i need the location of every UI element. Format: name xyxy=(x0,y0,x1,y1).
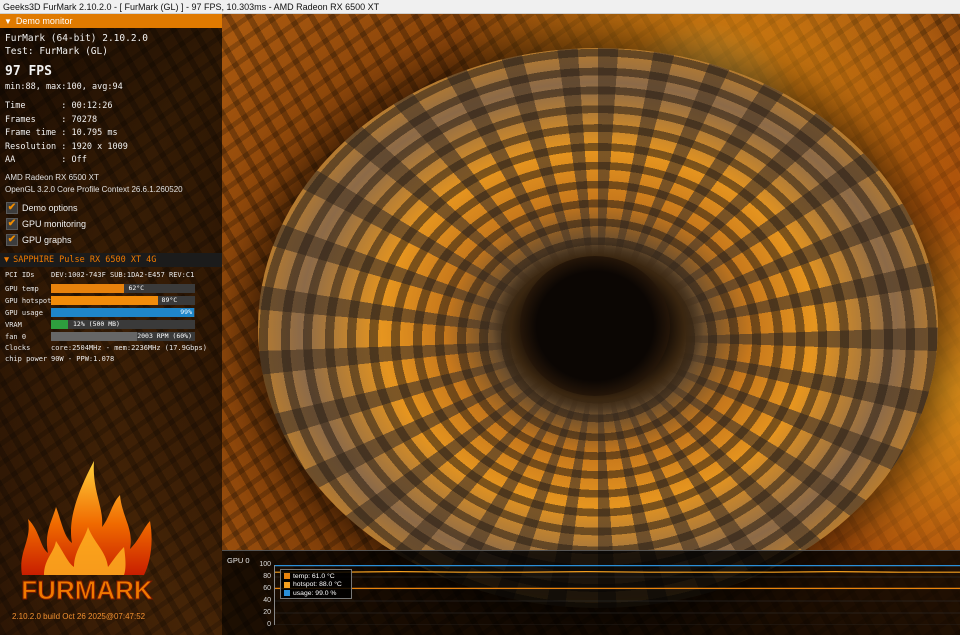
logo-wordmark: FURMARK xyxy=(21,575,153,605)
gpu-temp-bar-fill xyxy=(51,284,125,293)
stat-aa: AA : Off xyxy=(5,155,87,165)
y-tick-label: 60 xyxy=(263,585,271,592)
stat-resolution: Resolution : 1920 x 1009 xyxy=(5,142,128,152)
checkmark-icon[interactable]: ✔ xyxy=(6,217,18,230)
gpu-hotspot-bar-fill xyxy=(51,296,158,305)
y-tick-label: 100 xyxy=(259,561,271,568)
legend-temp: temp: 61.0 °C xyxy=(284,572,348,581)
gpu-temp-value: 62°C xyxy=(128,284,145,292)
gpu-temp-bar: 62°C xyxy=(51,284,195,293)
vram-bar: 12% (500 MB) xyxy=(51,320,195,329)
gpu-usage-bar: 99% xyxy=(51,308,195,317)
gpu-temp-label: GPU temp xyxy=(5,285,39,293)
pci-label: PCI IDs xyxy=(5,271,35,279)
y-tick-label: 20 xyxy=(263,609,271,616)
power-label: chip power xyxy=(5,355,48,363)
fan-bar: 2003 RPM (60%) xyxy=(51,332,195,341)
vram-bar-fill xyxy=(51,320,69,329)
gpu-monitoring-checkbox[interactable]: ✔ GPU monitoring xyxy=(6,217,86,230)
graph-legend: temp: 61.0 °C hotspot: 88.0 °C usage: 99… xyxy=(280,569,352,599)
gpu-name: AMD Radeon RX 6500 XT xyxy=(5,173,99,182)
demo-monitor-header[interactable]: ▼ Demo monitor xyxy=(0,14,222,28)
legend-temp-label: temp: 61.0 °C xyxy=(293,572,335,580)
furmark-logo: FURMARK xyxy=(21,461,153,606)
gpu-graphs-label: GPU graphs xyxy=(22,234,72,245)
gpu-usage-bar-fill xyxy=(51,308,194,317)
stat-frame-time: Frame time : 10.795 ms xyxy=(5,128,118,138)
gpu-graph-panel: GPU 0 100 80 60 40 20 0 temp: 61.0 °C hotspot… xyxy=(222,550,960,635)
fan-label: fan 0 xyxy=(5,333,27,341)
window-title: Geeks3D FurMark 2.10.2.0 - [ FurMark (GL… xyxy=(3,2,380,12)
window-title-bar: Geeks3D FurMark 2.10.2.0 - [ FurMark (GL… xyxy=(0,0,960,14)
app-version: FurMark (64-bit) 2.10.2.0 xyxy=(5,33,148,44)
gpu-board-name: SAPPHIRE Pulse RX 6500 XT 4G xyxy=(13,255,157,265)
gpu-hotspot-value: 89°C xyxy=(161,296,178,304)
checkmark-icon[interactable]: ✔ xyxy=(6,233,18,246)
fan-value: 2003 RPM (60%) xyxy=(137,332,192,340)
legend-hotspot: hotspot: 88.0 °C xyxy=(284,581,348,590)
power-value: 90W - PPW:1.078 xyxy=(51,355,115,363)
legend-usage-label: usage: 99.0 % xyxy=(293,589,337,597)
legend-swatch xyxy=(284,581,290,588)
vram-label: VRAM xyxy=(5,321,22,329)
clocks-label: Clocks xyxy=(5,344,31,352)
gpu-monitoring-label: GPU monitoring xyxy=(22,218,87,229)
y-tick-label: 0 xyxy=(267,621,271,628)
gpu-hotspot-bar: 89°C xyxy=(51,296,195,305)
gpu-graph-plot xyxy=(274,565,960,625)
fan-bar-fill xyxy=(51,332,138,341)
gpu-hotspot-label: GPU hotspot xyxy=(5,297,52,305)
demo-monitor-panel: ▼ Demo monitor FurMark (64-bit) 2.10.2.0 … xyxy=(0,14,222,635)
stat-frames: Frames : 70278 xyxy=(5,115,98,125)
vram-value: 12% (500 MB) xyxy=(73,320,120,328)
demo-options-label: Demo options xyxy=(22,202,78,213)
y-tick-label: 40 xyxy=(263,597,271,604)
fps-value: 97 FPS xyxy=(5,64,52,79)
y-tick-label: 80 xyxy=(263,573,271,580)
gpu-usage-value: 99% xyxy=(180,308,192,316)
legend-swatch xyxy=(284,590,290,597)
legend-hotspot-label: hotspot: 88.0 °C xyxy=(293,581,342,589)
stat-time: Time : 00:12:26 xyxy=(5,101,113,111)
collapse-triangle-icon[interactable]: ▼ xyxy=(4,255,9,265)
demo-options-checkbox[interactable]: ✔ Demo options xyxy=(6,201,78,214)
clocks-value: core:2504MHz - mem:2236MHz (17.9Gbps) xyxy=(51,344,207,352)
pci-value: DEV:1002-743F SUB:1DA2-E457 REV:C1 xyxy=(51,271,195,279)
checkmark-icon[interactable]: ✔ xyxy=(6,201,18,214)
demo-monitor-title: Demo monitor xyxy=(15,16,73,26)
series-line-hotspot xyxy=(275,572,960,573)
gpu-monitor-header[interactable]: ▼ SAPPHIRE Pulse RX 6500 XT 4G xyxy=(0,253,222,267)
build-info: 2.10.2.0 build Oct 26 2025@07:47:52 xyxy=(12,612,146,621)
gpu-graphs-checkbox[interactable]: ✔ GPU graphs xyxy=(6,233,72,246)
gl-context: OpenGL 3.2.0 Core Profile Context 26.6.1… xyxy=(5,185,183,194)
donut-hole xyxy=(520,256,670,396)
legend-usage: usage: 99.0 % xyxy=(284,589,348,598)
collapse-triangle-icon[interactable]: ▼ xyxy=(4,17,12,26)
test-name: Test: FurMark (GL) xyxy=(5,46,108,57)
gpu-usage-label: GPU usage xyxy=(5,309,43,317)
legend-swatch xyxy=(284,573,290,580)
fps-stats: min:88, max:100, avg:94 xyxy=(5,82,123,92)
